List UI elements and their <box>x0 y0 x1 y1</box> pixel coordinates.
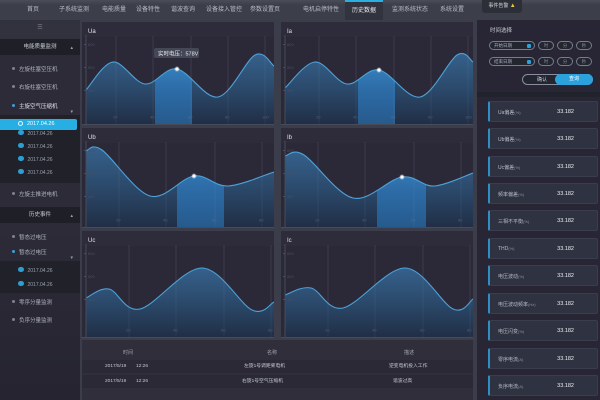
svg-text:600: 600 <box>88 42 95 47</box>
svg-text:400: 400 <box>287 297 294 302</box>
svg-text:20: 20 <box>126 328 131 333</box>
svg-text:500: 500 <box>88 274 95 279</box>
svg-text:20: 20 <box>325 328 330 333</box>
svg-text:Ua: Ua <box>88 29 96 35</box>
svg-text:80: 80 <box>259 218 264 223</box>
svg-text:实时电压：578V: 实时电压：578V <box>158 50 199 58</box>
svg-text:80: 80 <box>225 115 230 120</box>
svg-text:500: 500 <box>287 65 294 70</box>
svg-text:500: 500 <box>88 171 95 176</box>
svg-text:500: 500 <box>88 65 95 70</box>
svg-text:600: 600 <box>88 148 95 153</box>
svg-text:80: 80 <box>428 115 433 120</box>
svg-text:80: 80 <box>467 328 472 333</box>
svg-text:80: 80 <box>458 218 463 223</box>
svg-text:Ia: Ia <box>287 29 293 35</box>
svg-text:40: 40 <box>150 115 155 120</box>
svg-text:400: 400 <box>88 297 95 302</box>
svg-text:20: 20 <box>113 115 118 120</box>
svg-text:Uc: Uc <box>88 238 95 244</box>
svg-text:500: 500 <box>287 171 294 176</box>
svg-text:80: 80 <box>268 328 273 333</box>
svg-text:600: 600 <box>287 148 294 153</box>
svg-text:40: 40 <box>362 218 367 223</box>
svg-text:400: 400 <box>88 194 95 199</box>
svg-text:60: 60 <box>212 218 217 223</box>
svg-text:400: 400 <box>88 88 95 93</box>
svg-text:100: 100 <box>465 115 472 120</box>
svg-text:500: 500 <box>287 274 294 279</box>
svg-text:20: 20 <box>315 218 320 223</box>
svg-text:40: 40 <box>173 328 178 333</box>
svg-text:40: 40 <box>353 115 358 120</box>
svg-text:400: 400 <box>287 88 294 93</box>
svg-text:600: 600 <box>287 42 294 47</box>
svg-text:40: 40 <box>163 218 168 223</box>
svg-text:60: 60 <box>420 328 425 333</box>
svg-text:60: 60 <box>188 115 193 120</box>
svg-text:100: 100 <box>262 115 269 120</box>
svg-text:60: 60 <box>411 218 416 223</box>
svg-text:Ic: Ic <box>287 238 292 244</box>
svg-text:400: 400 <box>287 194 294 199</box>
svg-text:600: 600 <box>287 251 294 256</box>
svg-text:600: 600 <box>88 251 95 256</box>
svg-text:40: 40 <box>372 328 377 333</box>
svg-text:20: 20 <box>316 115 321 120</box>
svg-text:20: 20 <box>116 218 121 223</box>
svg-text:Ib: Ib <box>287 135 293 141</box>
svg-text:60: 60 <box>391 115 396 120</box>
svg-text:60: 60 <box>221 328 226 333</box>
svg-text:Ub: Ub <box>88 135 96 141</box>
